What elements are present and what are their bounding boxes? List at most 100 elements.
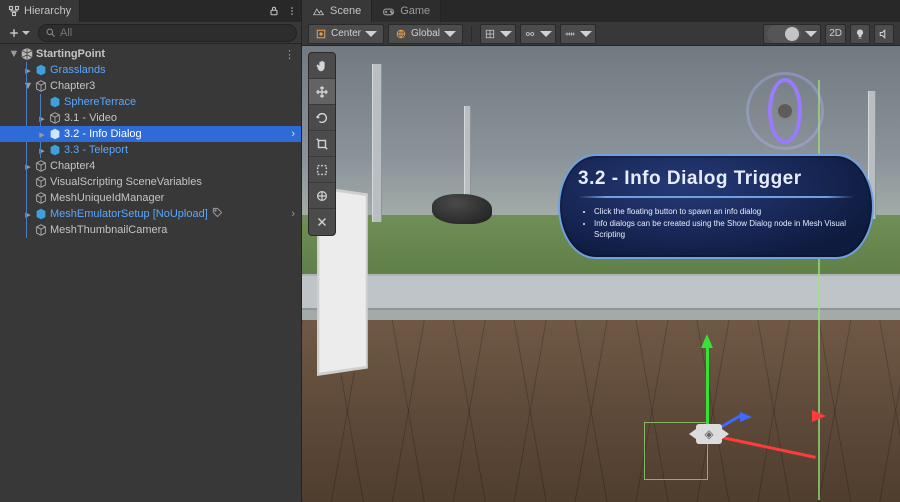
move-gizmo[interactable]: ◈ — [644, 322, 804, 482]
prefab-cube-icon — [48, 143, 62, 157]
gameobject-cube-icon — [34, 223, 48, 237]
search-input[interactable] — [60, 27, 290, 39]
custom-tools-dropdown[interactable] — [309, 209, 335, 235]
chevron-down-icon — [444, 28, 456, 40]
gizmo-center[interactable] — [776, 102, 794, 120]
chevron-down-icon — [540, 28, 552, 40]
tree-item-uid-manager[interactable]: MeshUniqueIdManager — [0, 190, 301, 206]
lock-icon[interactable] — [265, 2, 283, 20]
foldout-closed-icon[interactable]: ▸ — [22, 64, 34, 77]
scene-icon — [312, 5, 325, 18]
hierarchy-tab-label: Hierarchy — [24, 5, 71, 17]
dialog-bullets: Click the floating button to spawn an in… — [578, 206, 854, 241]
foldout-closed-icon[interactable]: ▸ — [36, 128, 48, 141]
prefab-cube-icon — [34, 207, 48, 221]
rect-tool[interactable] — [309, 157, 335, 183]
scene-name: StartingPoint — [36, 48, 105, 60]
prefab-cube-icon — [34, 63, 48, 77]
gizmo-y-axis[interactable] — [706, 346, 709, 436]
info-dialog-card: 3.2 - Info Dialog Trigger Click the floa… — [558, 154, 874, 259]
hierarchy-tab[interactable]: Hierarchy — [0, 0, 80, 22]
scene-tools-overlay — [308, 52, 336, 236]
tab-scene[interactable]: Scene — [302, 0, 372, 22]
create-dropdown[interactable] — [4, 24, 34, 42]
tree-item-teleport[interactable]: ▸ 3.3 - Teleport — [0, 142, 301, 158]
hierarchy-toolbar — [0, 22, 301, 44]
dialog-bullet: Click the floating button to spawn an in… — [594, 206, 854, 218]
tree-item-vs-vars[interactable]: VisualScripting SceneVariables — [0, 174, 301, 190]
lighting-toggle[interactable] — [850, 24, 870, 44]
orientation-gizmo[interactable] — [740, 66, 830, 156]
item-label: 3.2 - Info Dialog — [64, 128, 142, 140]
foldout-closed-icon[interactable]: ▸ — [36, 112, 48, 125]
scene-viewport[interactable]: 3.2 - Info Dialog Trigger Click the floa… — [302, 46, 900, 502]
item-label: 3.3 - Teleport — [64, 144, 128, 156]
foldout-open-icon[interactable]: ▼ — [22, 80, 34, 92]
open-prefab-icon[interactable]: › — [291, 128, 295, 140]
plus-icon — [8, 27, 20, 39]
item-label: MeshEmulatorSetup [NoUpload] — [50, 208, 208, 220]
tree-item-video[interactable]: ▸ 3.1 - Video — [0, 110, 301, 126]
space-label: Global — [411, 28, 440, 39]
gameobject-cube-icon — [34, 175, 48, 189]
open-prefab-icon[interactable]: › — [291, 208, 295, 220]
globe-icon — [395, 28, 407, 40]
2d-label: 2D — [829, 28, 842, 39]
item-label: MeshUniqueIdManager — [50, 192, 164, 204]
rotate-tool[interactable] — [309, 105, 335, 131]
chevron-down-icon — [22, 29, 30, 37]
gameobject-cube-icon — [48, 111, 62, 125]
scene-root[interactable]: ▼ StartingPoint ⋮ — [0, 46, 301, 62]
panel-menu-icon[interactable] — [283, 2, 301, 20]
snap-increment-button[interactable] — [520, 24, 556, 44]
divider — [578, 196, 854, 198]
audio-icon — [878, 28, 890, 40]
prefab-cube-icon — [48, 95, 62, 109]
pivot-mode-dropdown[interactable]: Center — [308, 24, 384, 44]
tab-label: Scene — [330, 5, 361, 17]
chevron-down-icon — [580, 28, 592, 40]
hierarchy-search[interactable] — [38, 24, 297, 42]
2d-toggle[interactable]: 2D — [825, 24, 846, 44]
scene-toolbar: Center Global 2D — [302, 22, 900, 46]
scene-panel: Scene Game Center Global — [302, 0, 900, 502]
gizmo-screen-handle[interactable]: ◈ — [696, 424, 722, 444]
item-label: Grasslands — [50, 64, 106, 76]
hand-tool[interactable] — [309, 53, 335, 79]
scene-menu-icon[interactable]: ⋮ — [284, 48, 295, 61]
scale-tool[interactable] — [309, 131, 335, 157]
foldout-closed-icon[interactable]: ▸ — [36, 144, 48, 157]
tree-item-thumbnail-camera[interactable]: MeshThumbnailCamera — [0, 222, 301, 238]
foldout-open-icon[interactable]: ▼ — [8, 48, 20, 60]
hierarchy-tab-bar: Hierarchy — [0, 0, 301, 22]
grid-snap-button[interactable] — [480, 24, 516, 44]
center-icon — [315, 28, 327, 40]
tree-item-grasslands[interactable]: ▸ Grasslands — [0, 62, 301, 78]
tree-item-chapter3[interactable]: ▼ Chapter3 — [0, 78, 301, 94]
handle-space-dropdown[interactable]: Global — [388, 24, 463, 44]
tree-item-info-dialog[interactable]: ▸ 3.2 - Info Dialog › — [0, 126, 301, 142]
unity-logo-icon — [20, 47, 34, 61]
move-tool[interactable] — [309, 79, 335, 105]
transform-tool[interactable] — [309, 183, 335, 209]
item-label: SphereTerrace — [64, 96, 136, 108]
item-label: Chapter3 — [50, 80, 95, 92]
draw-mode-dropdown[interactable] — [763, 24, 821, 44]
ruler-button[interactable] — [560, 24, 596, 44]
gizmo-x-arrow — [812, 410, 826, 422]
foldout-closed-icon[interactable]: ▸ — [22, 208, 34, 221]
dialog-title: 3.2 - Info Dialog Trigger — [578, 168, 854, 190]
tree-item-sphereterrace[interactable]: SphereTerrace — [0, 94, 301, 110]
audio-toggle[interactable] — [874, 24, 894, 44]
hierarchy-tree[interactable]: ▼ StartingPoint ⋮ ▸ Grasslands ▼ Chapter… — [0, 44, 301, 502]
tab-game[interactable]: Game — [372, 0, 441, 22]
tree-item-chapter4[interactable]: ▸ Chapter4 — [0, 158, 301, 174]
tab-label: Game — [400, 5, 430, 17]
item-label: 3.1 - Video — [64, 112, 117, 124]
chevron-down-icon — [365, 28, 377, 40]
item-label: VisualScripting SceneVariables — [50, 176, 202, 188]
snap-icon — [524, 28, 536, 40]
foldout-closed-icon[interactable]: ▸ — [22, 160, 34, 173]
pivot-label: Center — [331, 28, 361, 39]
tree-item-emulator[interactable]: ▸ MeshEmulatorSetup [NoUpload] › — [0, 206, 301, 222]
